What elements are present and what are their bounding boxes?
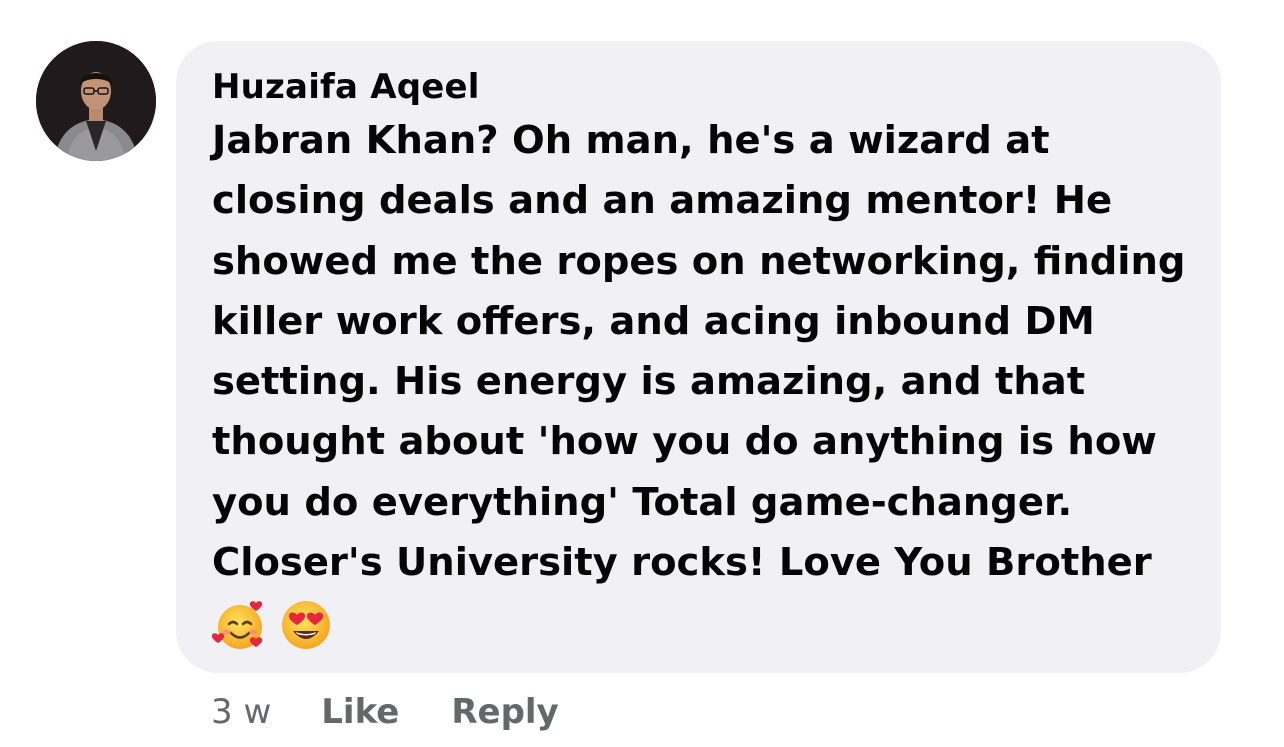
emoji-row <box>212 597 1191 653</box>
comment-text: Jabran Khan? Oh man, he's a wizard at cl… <box>212 111 1191 593</box>
comment-author[interactable]: Huzaifa Aqeel <box>212 65 1191 109</box>
reply-button[interactable]: Reply <box>451 692 558 732</box>
profile-photo <box>36 41 156 161</box>
like-button[interactable]: Like <box>321 692 399 732</box>
smiling-face-with-hearts-emoji <box>212 601 263 650</box>
comment-text-line: you do everything' Total game-changer. <box>212 479 1073 525</box>
comment-text-line: showed me the ropes on networking, findi… <box>212 238 1186 284</box>
avatar[interactable] <box>36 41 156 161</box>
heart-eyes-emoji <box>282 601 330 650</box>
comment-actions: 3 w Like Reply <box>211 688 611 736</box>
comment-text-line: Jabran Khan? Oh man, he's a wizard at <box>212 118 1050 163</box>
comment-text-line: setting. His energy is amazing, and that <box>212 359 1086 405</box>
comment-text-line: killer work offers, and acing inbound DM <box>212 298 1095 344</box>
comment-text-line: thought about 'how you do anything is ho… <box>212 419 1157 465</box>
comment-bubble: Huzaifa Aqeel Jabran Khan? Oh man, he's … <box>176 41 1221 673</box>
comment-timestamp[interactable]: 3 w <box>211 692 271 732</box>
comment-text-line: closing deals and an amazing mentor! He <box>212 178 1113 224</box>
comment: Huzaifa Aqeel Jabran Khan? Oh man, he's … <box>0 0 1284 747</box>
comment-text-line: Closer's University rocks! Love You Brot… <box>212 540 1152 586</box>
